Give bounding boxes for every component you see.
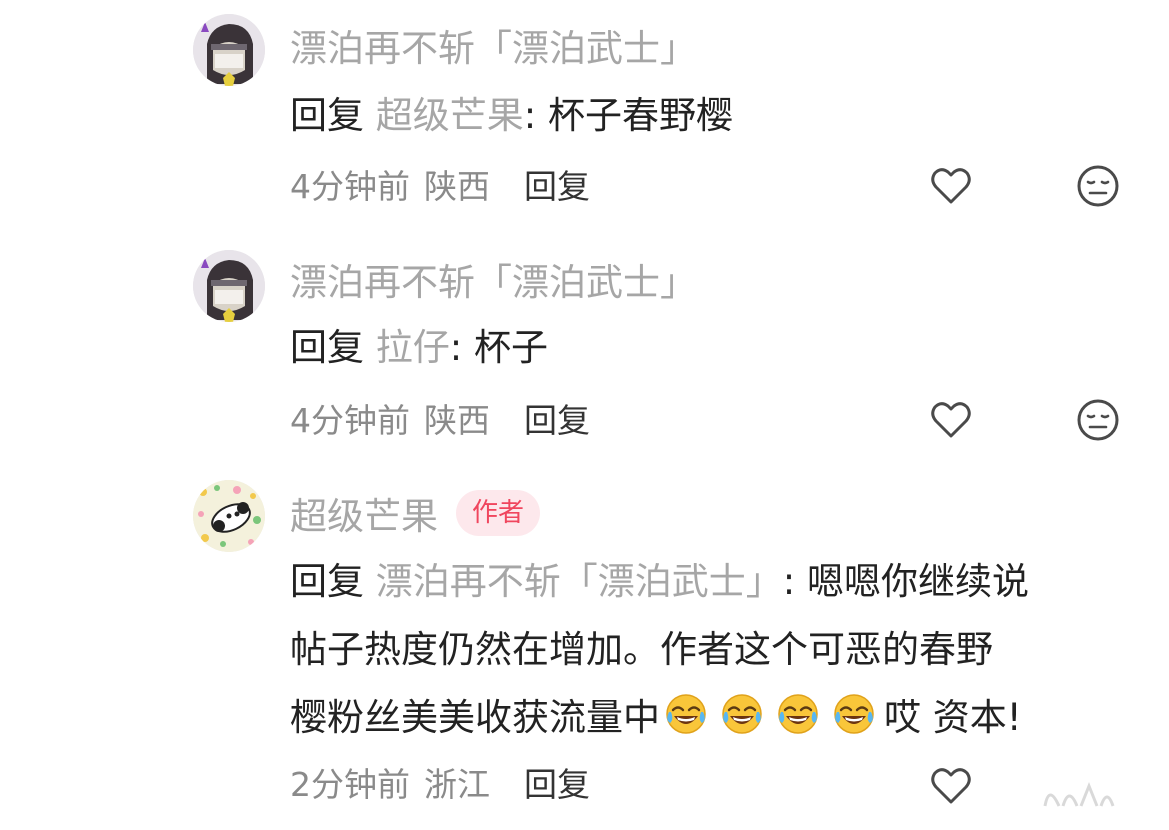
dislike-button[interactable] bbox=[1074, 396, 1122, 444]
neutral-face-icon bbox=[1077, 165, 1119, 207]
comment-author-row: 漂泊再不斩「漂泊武士」 bbox=[290, 254, 697, 304]
comment-body[interactable]: 回复 漂泊再不斩「漂泊武士」: 嗯嗯你继续说 帖子热度仍然在增加。作者这个可恶的… bbox=[290, 548, 1130, 752]
face-with-tears-of-joy-icon bbox=[720, 692, 764, 736]
comment-body[interactable]: 回复 拉仔: 杯子 bbox=[290, 314, 1130, 382]
comment-meta-row: 2分钟前 浙江 回复 bbox=[290, 758, 590, 806]
comment-time: 4分钟前 bbox=[290, 167, 410, 206]
heart-outline-icon bbox=[931, 768, 971, 804]
reply-target-name[interactable]: 拉仔 bbox=[376, 326, 450, 369]
comment-time: 4分钟前 bbox=[290, 401, 410, 440]
reply-button[interactable]: 回复 bbox=[524, 160, 590, 208]
comment-author-name[interactable]: 漂泊再不斩「漂泊武士」 bbox=[290, 252, 697, 306]
comment-meta-row: 4分钟前 陕西 回复 bbox=[290, 394, 590, 442]
comment-text: 哎 资本! bbox=[884, 696, 1022, 739]
comment-location: 陕西 bbox=[424, 401, 490, 440]
avatar[interactable] bbox=[193, 250, 265, 322]
reply-word: 回复 bbox=[290, 560, 364, 603]
comment-text-line: 樱粉丝美美收获流量中 哎 资本! bbox=[290, 684, 1130, 752]
watermark-logo-icon bbox=[1043, 781, 1115, 807]
comment-author-row: 漂泊再不斩「漂泊武士」 bbox=[290, 20, 697, 70]
neutral-face-icon bbox=[1077, 399, 1119, 441]
face-with-tears-of-joy-icon bbox=[832, 692, 876, 736]
masked-ninja-avatar bbox=[193, 250, 265, 322]
like-button[interactable] bbox=[927, 762, 975, 810]
comment-author-name[interactable]: 超级芒果 bbox=[290, 486, 438, 540]
comment-location: 浙江 bbox=[424, 765, 490, 804]
reply-separator: : bbox=[523, 94, 548, 137]
comment-text: 杯子春野樱 bbox=[548, 94, 733, 137]
reply-word: 回复 bbox=[290, 326, 364, 369]
reply-button[interactable]: 回复 bbox=[524, 394, 590, 442]
comment-text: 帖子热度仍然在增加。作者这个可恶的春野 bbox=[290, 628, 993, 671]
comment-author-name[interactable]: 漂泊再不斩「漂泊武士」 bbox=[290, 18, 697, 72]
heart-outline-icon bbox=[931, 402, 971, 438]
comment-text-line: 回复 漂泊再不斩「漂泊武士」: 嗯嗯你继续说 bbox=[290, 548, 1130, 616]
comment-location: 陕西 bbox=[424, 167, 490, 206]
dislike-button[interactable] bbox=[1074, 162, 1122, 210]
reply-separator: : bbox=[782, 560, 807, 603]
comment-text-line: 帖子热度仍然在增加。作者这个可恶的春野 bbox=[290, 616, 1130, 684]
reply-button[interactable]: 回复 bbox=[524, 758, 590, 806]
comment-meta-row: 4分钟前 陕西 回复 bbox=[290, 160, 590, 208]
face-with-tears-of-joy-icon bbox=[664, 692, 708, 736]
floral-panda-avatar bbox=[193, 480, 265, 552]
reply-target-name[interactable]: 漂泊再不斩「漂泊武士」 bbox=[376, 560, 783, 603]
comment-text: 杯子 bbox=[474, 326, 548, 369]
face-with-tears-of-joy-icon bbox=[776, 692, 820, 736]
heart-outline-icon bbox=[931, 168, 971, 204]
comment-body[interactable]: 回复 超级芒果: 杯子春野樱 bbox=[290, 82, 1130, 150]
author-badge: 作者 bbox=[456, 490, 541, 536]
comment-text: 嗯嗯你继续说 bbox=[807, 560, 1029, 603]
masked-ninja-avatar bbox=[193, 14, 265, 86]
comment-text: 樱粉丝美美收获流量中 bbox=[290, 696, 660, 739]
comment-time: 2分钟前 bbox=[290, 765, 410, 804]
avatar[interactable] bbox=[193, 480, 265, 552]
comment-author-row: 超级芒果 作者 bbox=[290, 486, 541, 540]
reply-word: 回复 bbox=[290, 94, 364, 137]
like-button[interactable] bbox=[927, 162, 975, 210]
reply-target-name[interactable]: 超级芒果 bbox=[376, 94, 524, 137]
like-button[interactable] bbox=[927, 396, 975, 444]
reply-separator: : bbox=[449, 326, 474, 369]
avatar[interactable] bbox=[193, 14, 265, 86]
